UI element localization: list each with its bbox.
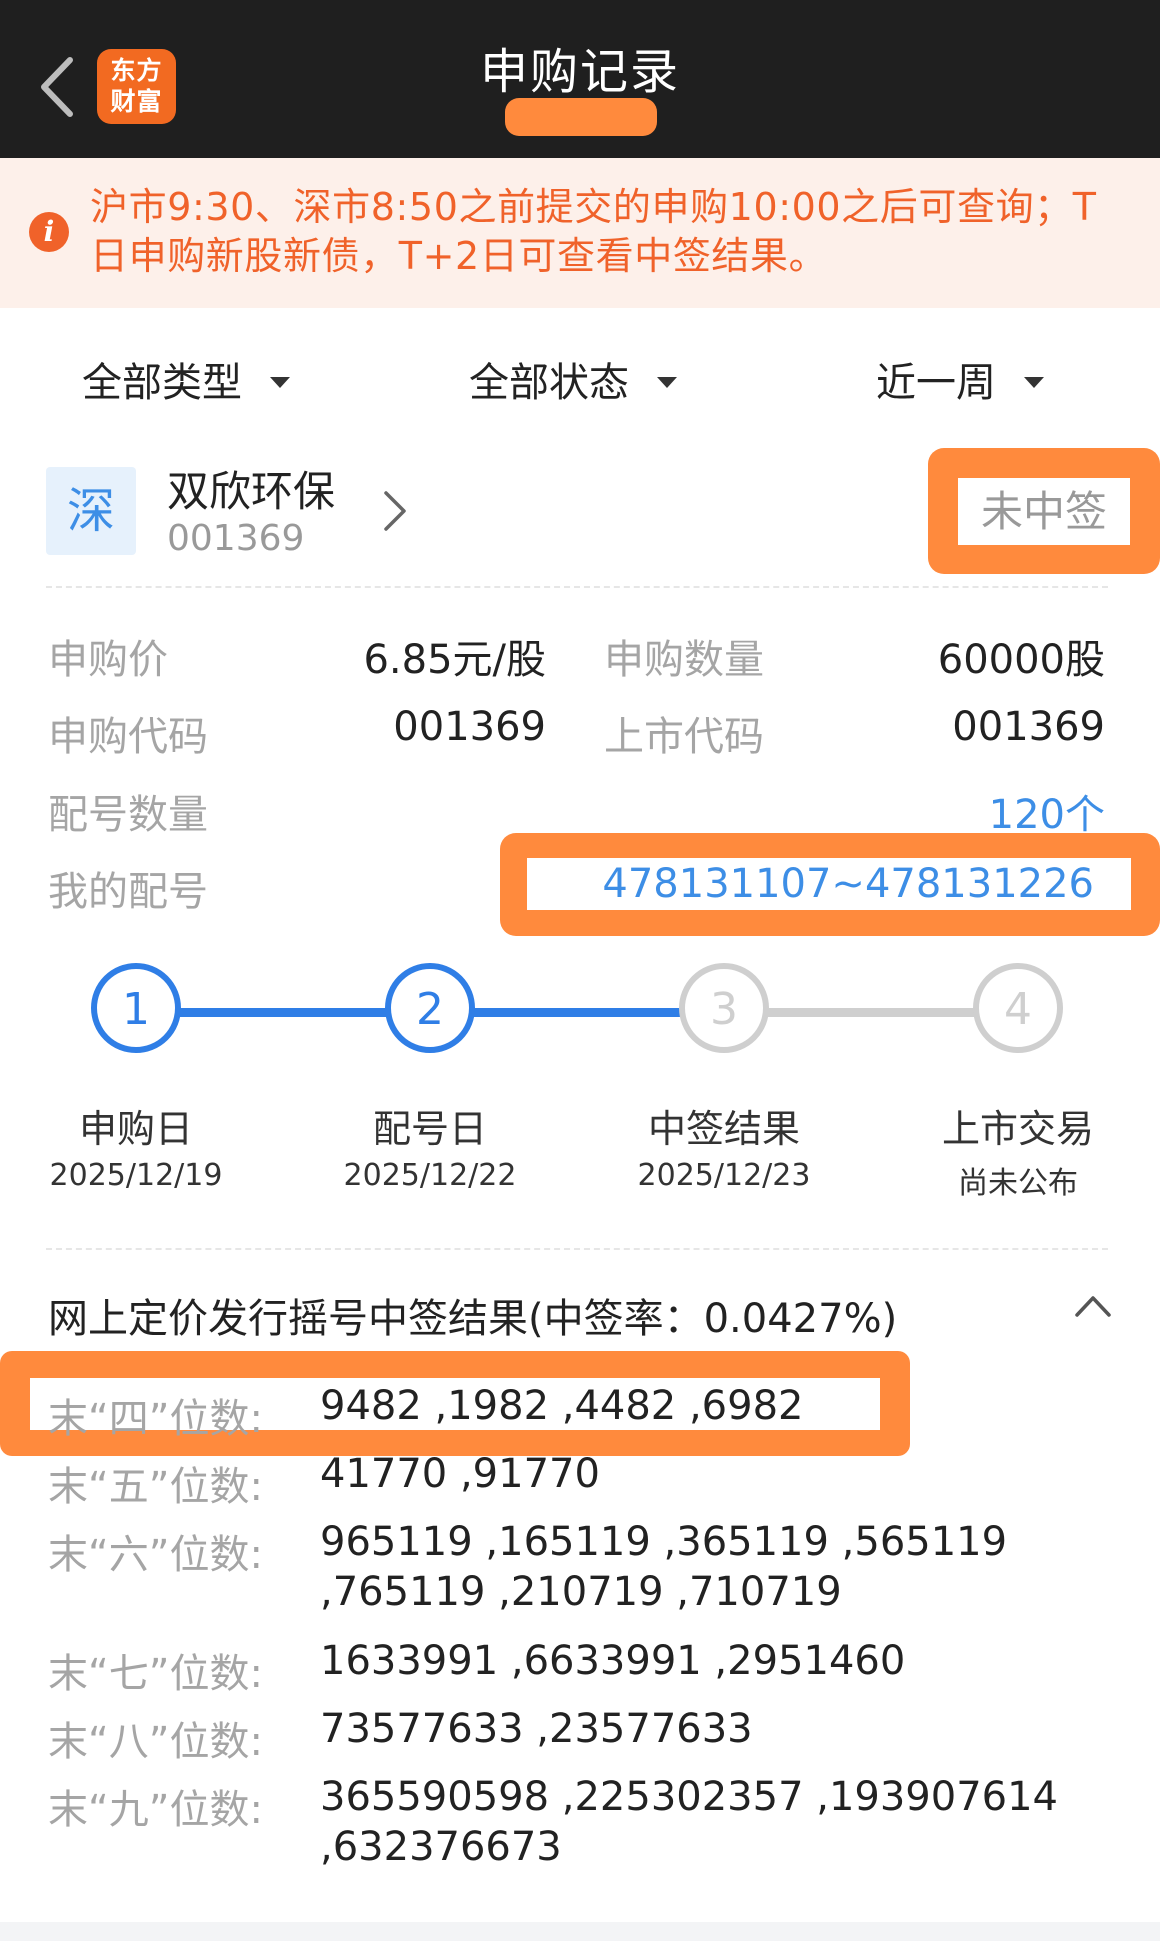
qty-label: 申购数量 <box>604 637 764 683</box>
page-title: 申购记录 <box>479 44 680 100</box>
result-row-value: 41770 ,91770 <box>320 1451 600 1497</box>
stock-code: 001369 <box>167 518 305 559</box>
filter-type-dropdown[interactable]: 全部类型 <box>82 350 290 408</box>
filter-period-label: 近一周 <box>876 360 996 406</box>
info-icon: i <box>29 212 69 252</box>
divider <box>46 1248 1108 1250</box>
market-badge: 深 <box>46 467 136 555</box>
alloc-count-label: 配号数量 <box>48 792 208 838</box>
result-row-value: 73577633 ,23577633 <box>320 1706 753 1752</box>
result-row-label: 末“八”位数: <box>48 1719 263 1765</box>
chevron-up-icon[interactable] <box>1073 1293 1113 1319</box>
caret-down-icon <box>1024 376 1044 388</box>
step-connector-3 <box>768 1008 984 1017</box>
filter-status-label: 全部状态 <box>469 360 629 406</box>
list-code-label: 上市代码 <box>604 714 764 760</box>
result-row-label: 末“六”位数: <box>48 1532 263 1578</box>
step-2-name: 配号日 <box>372 1107 487 1151</box>
stock-name[interactable]: 双欣环保 <box>167 458 335 519</box>
app-header: 东方 财富 申购记录 <box>0 0 1160 158</box>
step-connector-2 <box>474 1008 690 1017</box>
step-1-circle: 1 <box>91 963 181 1053</box>
caret-down-icon <box>657 376 677 388</box>
price-label: 申购价 <box>48 637 168 683</box>
status-badge: 未中签 <box>958 478 1130 545</box>
notice-text: 沪市9:30、深市8:50之前提交的申购10:00之后可查询；T日申购新股新债，… <box>90 185 1097 278</box>
step-4-name: 上市交易 <box>941 1107 1094 1151</box>
step-4-circle: 4 <box>973 963 1063 1053</box>
result-row-value: 965119 ,165119 ,365119 ,565119 ,765119 ,… <box>320 1519 1008 1615</box>
step-1-name: 申购日 <box>78 1107 193 1151</box>
result-row-value: 365590598 ,225302357 ,193907614 ,6323766… <box>320 1774 1058 1870</box>
alloc-count-value[interactable]: 120个 <box>989 782 1105 840</box>
list-code-value: 001369 <box>952 704 1105 750</box>
result-row-label: 末“七”位数: <box>48 1651 263 1697</box>
step-2-circle: 2 <box>385 963 475 1053</box>
caret-down-icon <box>270 376 290 388</box>
qty-value: 60000股 <box>937 637 1105 683</box>
step-4-date: 尚未公布 <box>958 1166 1078 1201</box>
result-row-label: 末“四”位数: <box>48 1396 263 1442</box>
result-title: 网上定价发行摇号中签结果(中签率：0.0427%) <box>48 1296 898 1342</box>
step-3-date: 2025/12/23 <box>637 1158 811 1193</box>
bottom-strip <box>0 1922 1160 1941</box>
filter-period-dropdown[interactable]: 近一周 <box>876 350 1044 408</box>
sub-code-label: 申购代码 <box>48 714 208 760</box>
sub-code-value: 001369 <box>393 704 546 750</box>
step-connector-1 <box>180 1008 396 1017</box>
step-2-date: 2025/12/22 <box>343 1158 517 1193</box>
divider <box>46 586 1108 588</box>
step-3-name: 中签结果 <box>647 1107 800 1151</box>
price-value: 6.85元/股 <box>363 637 546 683</box>
result-row-label: 末“九”位数: <box>48 1787 263 1833</box>
title-redaction-bar <box>505 98 657 136</box>
my-alloc-label: 我的配号 <box>48 869 208 915</box>
result-row-label: 末“五”位数: <box>48 1464 263 1510</box>
step-1-date: 2025/12/19 <box>49 1158 223 1193</box>
result-row-value: 1633991 ,6633991 ,2951460 <box>320 1638 906 1684</box>
filter-status-dropdown[interactable]: 全部状态 <box>469 350 677 408</box>
my-alloc-value[interactable]: 478131107~478131226 <box>602 858 1094 910</box>
step-3-circle: 3 <box>679 963 769 1053</box>
filter-type-label: 全部类型 <box>82 360 242 406</box>
chevron-right-icon[interactable] <box>380 487 410 535</box>
result-row-value: 9482 ,1982 ,4482 ,6982 <box>320 1383 804 1429</box>
